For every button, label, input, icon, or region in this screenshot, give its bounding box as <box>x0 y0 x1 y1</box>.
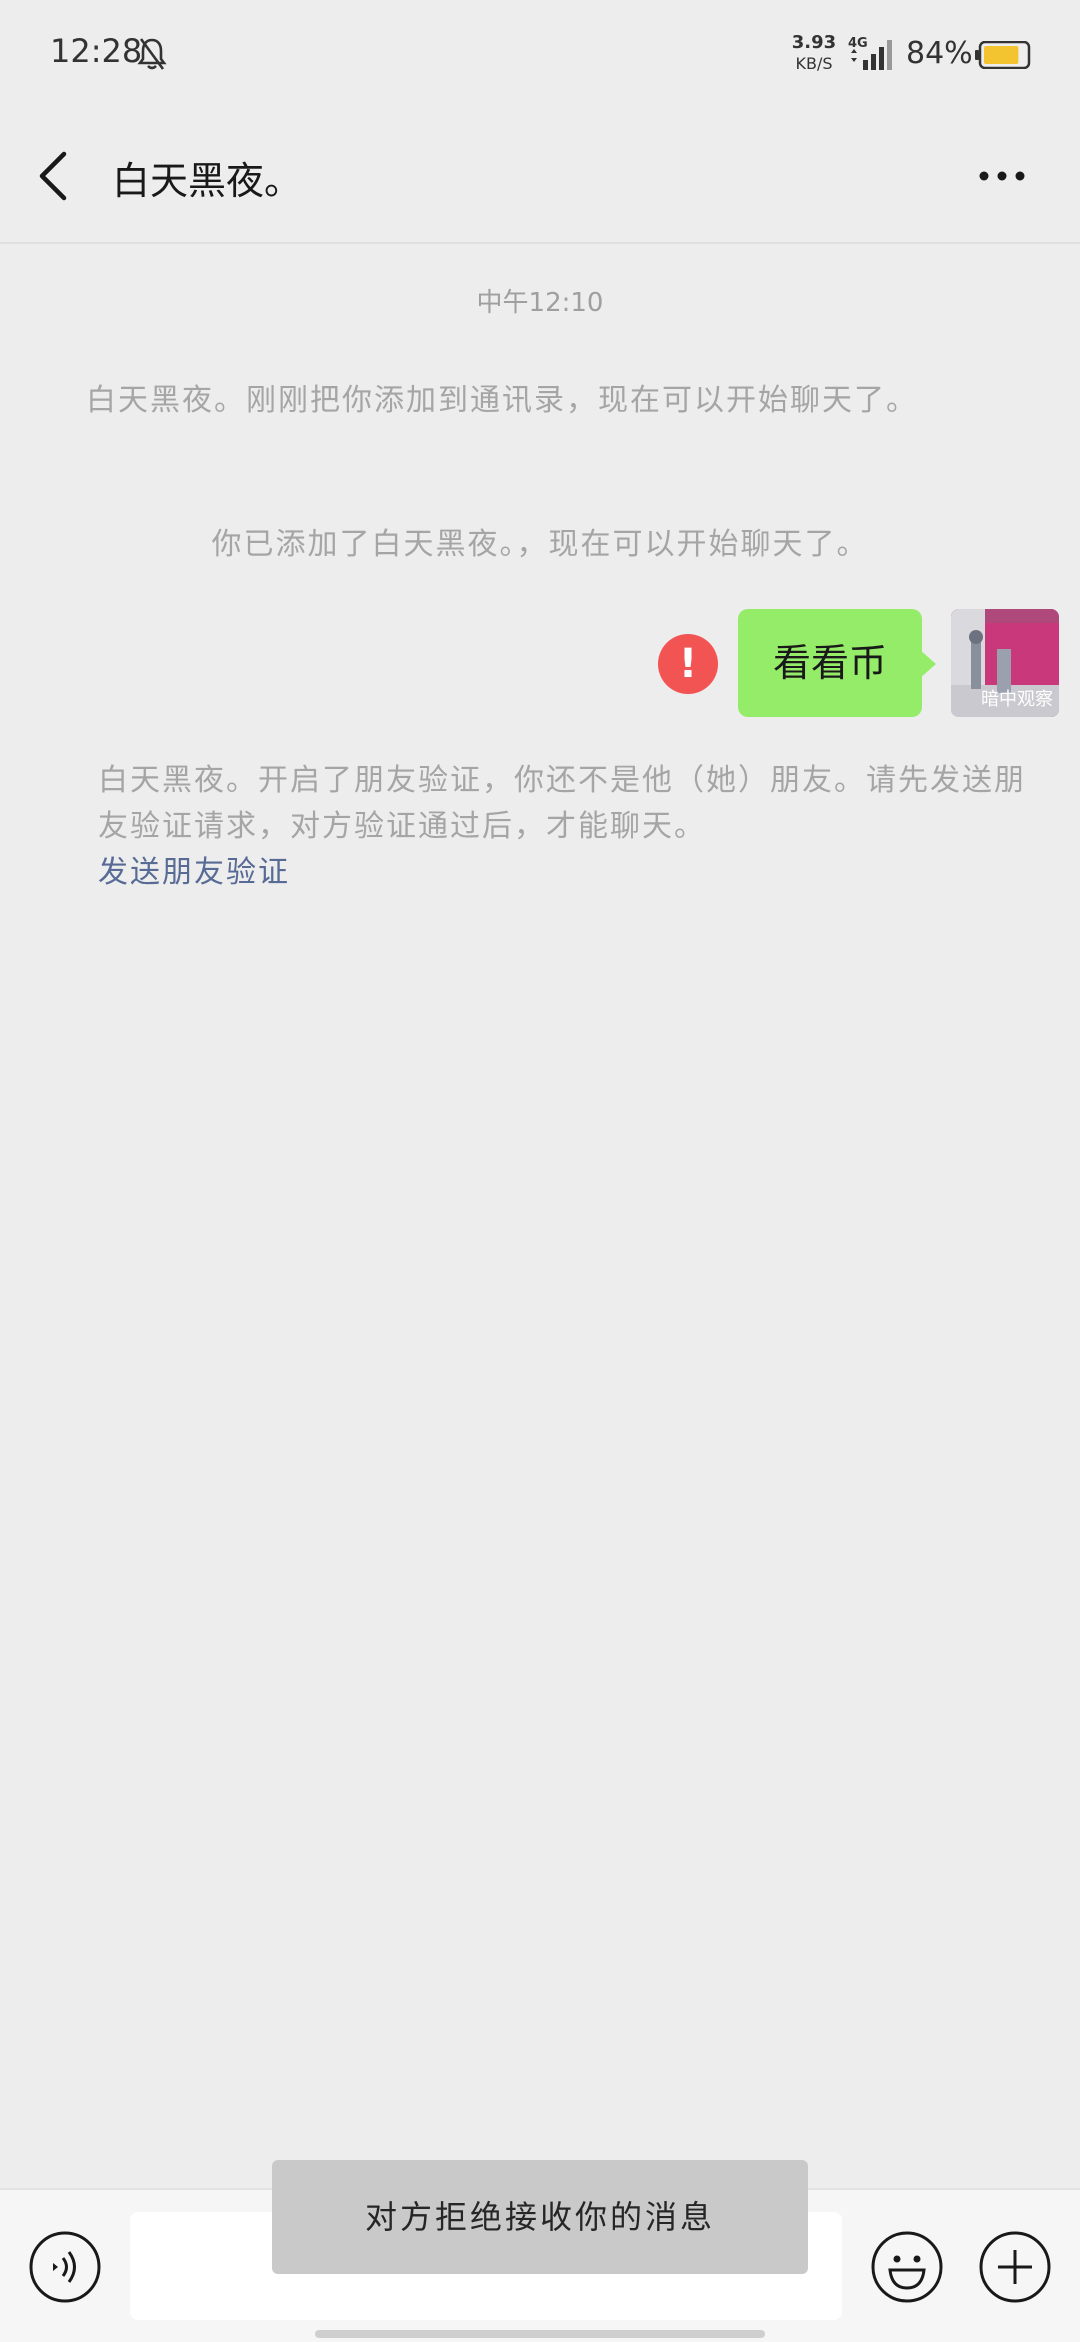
system-message-can-chat: 你已添加了白天黑夜。，现在可以开始聊天了。 <box>211 527 869 562</box>
more-icon[interactable] <box>970 150 1034 202</box>
plus-icon[interactable] <box>978 2230 1052 2304</box>
voice-icon[interactable] <box>28 2230 102 2304</box>
message-timestamp: 中午12:10 <box>476 288 604 318</box>
battery-icon <box>975 41 1031 69</box>
battery-percent: 84% <box>906 36 973 71</box>
verification-notice: 白天黑夜。开启了朋友验证，你还不是他（她）朋友。请先发送朋友验证请求，对方验证通… <box>98 758 1028 896</box>
send-failed-icon[interactable]: ! <box>658 634 718 694</box>
bubble-tail <box>920 650 936 678</box>
avatar-caption: 暗中观察 <box>981 689 1053 710</box>
status-time: 12:28 <box>50 32 143 70</box>
sent-message-bubble[interactable]: 看看币 <box>738 609 922 717</box>
chat-header: 白天黑夜。 <box>0 110 1080 244</box>
network-speed-value: 3.93 <box>791 32 837 53</box>
signal-icon: 4G <box>848 36 892 70</box>
toast-message: 对方拒绝接收你的消息 <box>272 2160 808 2274</box>
sent-message-text: 看看币 <box>772 641 887 685</box>
bell-off-icon <box>137 38 167 70</box>
chat-title: 白天黑夜。 <box>112 159 303 203</box>
network-speed: 3.93 KB/S <box>786 34 842 72</box>
avatar[interactable]: 暗中观察 <box>951 609 1059 717</box>
network-type-label: 4G <box>848 36 868 51</box>
send-verification-link[interactable]: 发送朋友验证 <box>98 850 1028 896</box>
emoji-icon[interactable] <box>870 2230 944 2304</box>
verification-notice-text: 白天黑夜。开启了朋友验证，你还不是他（她）朋友。请先发送朋友验证请求，对方验证通… <box>98 763 1026 844</box>
status-bar: 12:28 3.93 KB/S 4G 84% <box>0 0 1080 110</box>
home-indicator[interactable] <box>315 2330 765 2338</box>
system-message-added: 白天黑夜。刚刚把你添加到通讯录，现在可以开始聊天了。 <box>86 383 918 418</box>
back-arrow-icon[interactable] <box>26 144 86 208</box>
network-speed-unit: KB/S <box>795 54 833 73</box>
